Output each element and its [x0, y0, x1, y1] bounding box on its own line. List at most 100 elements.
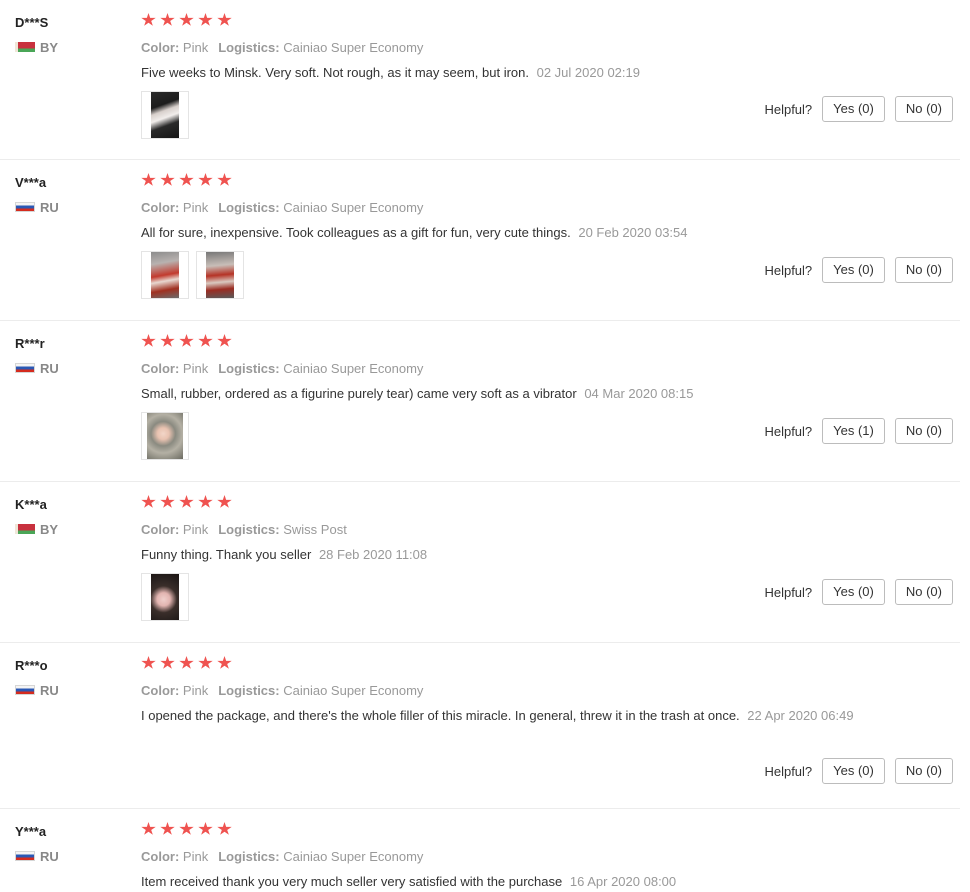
- review-meta: Color: Pink Logistics: Cainiao Super Econ…: [141, 38, 861, 58]
- photo-thumbnail: [206, 252, 234, 298]
- logistics-label: Logistics:: [218, 40, 280, 55]
- star-icon: [141, 495, 156, 508]
- color-label: Color:: [141, 683, 180, 698]
- review-item: R***o RU Color: Pink Logistics: Cainiao S…: [0, 643, 960, 809]
- reviewer-name: V***a: [15, 175, 47, 190]
- color-value: Pink: [182, 849, 209, 864]
- star-icon: [217, 656, 232, 669]
- star-icon: [198, 495, 213, 508]
- reviewer-info: D***S BY: [15, 14, 59, 55]
- country-code: BY: [40, 521, 59, 537]
- logistics-value: Cainiao Super Economy: [283, 849, 424, 864]
- star-icon: [217, 173, 232, 186]
- russia-flag-icon: [15, 851, 35, 861]
- review-content: Color: Pink Logistics: Swiss Post Funny t…: [141, 495, 861, 621]
- review-meta: Color: Pink Logistics: Cainiao Super Econ…: [141, 681, 861, 701]
- star-icon: [217, 822, 232, 835]
- star-icon: [160, 656, 175, 669]
- helpful-no-button[interactable]: No (0): [894, 579, 953, 605]
- reviewer-name: K***a: [15, 497, 47, 512]
- reviewer-name: D***S: [15, 15, 49, 30]
- star-icon: [141, 13, 156, 26]
- star-icon: [160, 173, 175, 186]
- color-label: Color:: [141, 849, 180, 864]
- review-body: Five weeks to Minsk. Very soft. Not roug…: [141, 65, 529, 80]
- country-code: RU: [40, 199, 59, 215]
- helpful-controls: Helpful? Yes (0) No (0): [764, 96, 953, 122]
- review-photo[interactable]: [196, 251, 244, 299]
- helpful-no-button[interactable]: No (0): [894, 257, 953, 283]
- helpful-yes-button[interactable]: Yes (0): [822, 96, 885, 122]
- helpful-yes-button[interactable]: Yes (0): [822, 579, 885, 605]
- review-body: Small, rubber, ordered as a figurine pur…: [141, 386, 577, 401]
- reviewer-country: RU: [15, 360, 59, 376]
- logistics-value: Cainiao Super Economy: [283, 200, 424, 215]
- review-date: 28 Feb 2020 11:08: [318, 547, 428, 562]
- helpful-no-button[interactable]: No (0): [894, 758, 953, 784]
- star-rating: [141, 822, 861, 842]
- country-code: RU: [40, 360, 59, 376]
- star-icon: [217, 334, 232, 347]
- star-icon: [141, 173, 156, 186]
- helpful-no-button[interactable]: No (0): [894, 96, 953, 122]
- review-item: R***r RU Color: Pink Logistics: Cainiao S…: [0, 321, 960, 482]
- photo-thumbnail: [151, 252, 179, 298]
- helpful-yes-button[interactable]: Yes (0): [822, 257, 885, 283]
- photo-thumbnail: [151, 92, 179, 138]
- belarus-flag-icon: [15, 42, 35, 52]
- star-icon: [179, 173, 194, 186]
- star-icon: [160, 495, 175, 508]
- reviewer-country: BY: [15, 521, 59, 537]
- color-value: Pink: [182, 683, 209, 698]
- star-icon: [198, 822, 213, 835]
- review-date: 20 Feb 2020 03:54: [578, 225, 688, 240]
- review-text: All for sure, inexpensive. Took colleagu…: [141, 223, 861, 242]
- review-photo[interactable]: [141, 412, 189, 460]
- star-icon: [217, 495, 232, 508]
- review-content: Color: Pink Logistics: Cainiao Super Econ…: [141, 173, 861, 299]
- helpful-label: Helpful?: [764, 101, 813, 117]
- star-rating: [141, 495, 861, 515]
- review-item: V***a RU Color: Pink Logistics: Cainiao S…: [0, 160, 960, 321]
- helpful-no-button[interactable]: No (0): [894, 418, 953, 444]
- color-value: Pink: [182, 40, 209, 55]
- helpful-yes-button[interactable]: Yes (1): [822, 418, 885, 444]
- country-code: BY: [40, 39, 59, 55]
- helpful-controls: Helpful? Yes (1) No (0): [764, 418, 953, 444]
- review-photo[interactable]: [141, 251, 189, 299]
- review-photos: [141, 251, 861, 299]
- logistics-label: Logistics:: [218, 849, 280, 864]
- review-photo[interactable]: [141, 91, 189, 139]
- star-icon: [141, 822, 156, 835]
- star-rating: [141, 13, 861, 33]
- star-icon: [198, 656, 213, 669]
- logistics-value: Cainiao Super Economy: [283, 361, 424, 376]
- helpful-label: Helpful?: [764, 423, 813, 439]
- reviewer-name: Y***a: [15, 824, 47, 839]
- helpful-yes-button[interactable]: Yes (0): [822, 758, 885, 784]
- review-meta: Color: Pink Logistics: Cainiao Super Econ…: [141, 359, 861, 379]
- star-icon: [179, 656, 194, 669]
- color-value: Pink: [182, 522, 209, 537]
- star-icon: [141, 334, 156, 347]
- review-content: Color: Pink Logistics: Cainiao Super Econ…: [141, 822, 861, 891]
- review-photo[interactable]: [141, 573, 189, 621]
- russia-flag-icon: [15, 363, 35, 373]
- star-icon: [198, 334, 213, 347]
- color-label: Color:: [141, 361, 180, 376]
- review-text: Small, rubber, ordered as a figurine pur…: [141, 384, 861, 403]
- review-content: Color: Pink Logistics: Cainiao Super Econ…: [141, 13, 861, 139]
- review-text: Five weeks to Minsk. Very soft. Not roug…: [141, 63, 861, 82]
- star-icon: [179, 334, 194, 347]
- star-icon: [198, 13, 213, 26]
- helpful-label: Helpful?: [764, 763, 813, 779]
- review-meta: Color: Pink Logistics: Swiss Post: [141, 520, 861, 540]
- review-date: 22 Apr 2020 06:49: [747, 708, 854, 723]
- logistics-label: Logistics:: [218, 361, 280, 376]
- review-item: D***S BY Color: Pink Logistics: Cainiao S…: [0, 0, 960, 160]
- country-code: RU: [40, 848, 59, 864]
- review-date: 02 Jul 2020 02:19: [536, 65, 640, 80]
- color-value: Pink: [182, 200, 209, 215]
- review-content: Color: Pink Logistics: Cainiao Super Econ…: [141, 334, 861, 460]
- photo-thumbnail: [151, 574, 179, 620]
